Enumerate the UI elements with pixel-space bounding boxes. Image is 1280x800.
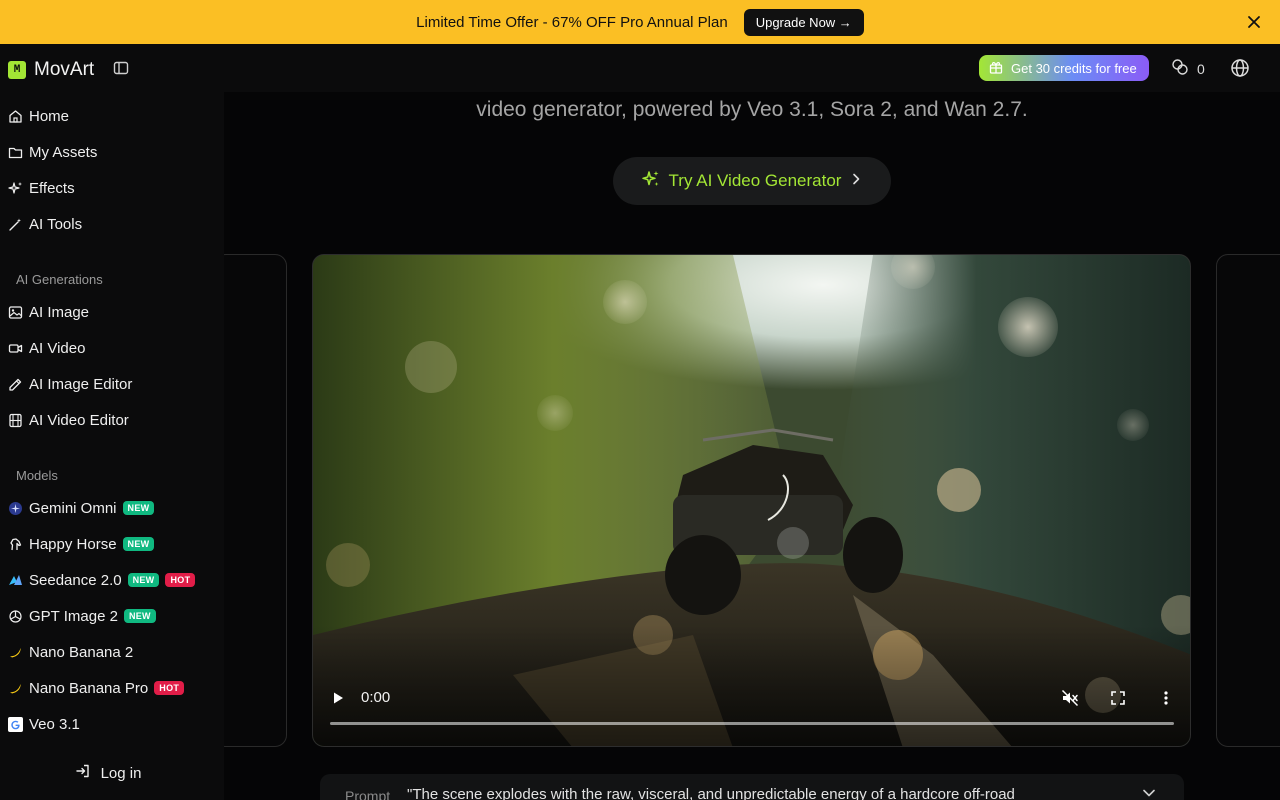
openai-icon (8, 609, 23, 624)
model-label: Gemini Omni (29, 499, 117, 517)
sidebar-item-label: AI Image (29, 303, 90, 321)
gift-icon (989, 60, 1003, 77)
login-icon (75, 763, 91, 783)
new-badge: NEW (123, 609, 156, 623)
sidebar-item-home[interactable]: Home (8, 104, 69, 128)
horse-icon (8, 537, 23, 552)
main-content: video generator, powered by Veo 3.1, Sor… (224, 92, 1280, 800)
muted-icon[interactable] (1061, 689, 1079, 707)
sidebar-item-effects[interactable]: Effects (8, 176, 75, 200)
sidebar-item-label: AI Video Editor (29, 411, 129, 429)
promo-banner: Limited Time Offer - 67% OFF Pro Annual … (0, 0, 1280, 44)
carousel-card-next[interactable] (1216, 254, 1280, 747)
top-header: M MovArt Get 30 credits for free 0 (0, 44, 1280, 92)
sidebar-item-ai-video-editor[interactable]: AI Video Editor (8, 408, 129, 432)
app-name: MovArt (34, 59, 95, 80)
sidebar-item-label: Home (29, 107, 70, 125)
carousel-card-previous[interactable] (224, 254, 287, 747)
section-label-ai-generations: AI Generations (16, 272, 103, 287)
sidebar-item-label: AI Video (29, 339, 86, 357)
sidebar: Home My Assets Effects AI Tools AI Gener… (0, 92, 224, 800)
login-label: Log in (100, 764, 142, 782)
seedance-icon (8, 573, 23, 588)
promo-text: Limited Time Offer - 67% OFF Pro Annual … (416, 13, 728, 31)
model-label: GPT Image 2 (29, 607, 118, 625)
sidebar-item-my-assets[interactable]: My Assets (8, 140, 97, 164)
more-options-icon[interactable] (1157, 689, 1175, 707)
video-icon (8, 341, 23, 356)
gemini-icon (8, 501, 23, 516)
coins-icon (1171, 58, 1189, 79)
sidebar-item-ai-image-editor[interactable]: AI Image Editor (8, 372, 132, 396)
upgrade-now-button[interactable]: Upgrade Now → (743, 8, 864, 36)
sidebar-model-veo[interactable]: Veo 3.1 (8, 712, 80, 736)
sparkles-icon (641, 169, 661, 194)
sidebar-item-label: AI Image Editor (29, 375, 133, 393)
close-icon[interactable] (1244, 12, 1264, 32)
sidebar-item-label: My Assets (29, 143, 98, 161)
model-label: Nano Banana 2 (29, 643, 134, 661)
app-root: Limited Time Offer - 67% OFF Pro Annual … (0, 0, 1280, 800)
sparkles-icon (8, 181, 23, 196)
home-icon (8, 109, 23, 124)
sidebar-model-seedance[interactable]: Seedance 2.0 NEW HOT (8, 568, 196, 592)
model-label: Veo 3.1 (29, 715, 80, 733)
film-icon (8, 413, 23, 428)
globe-icon[interactable] (1230, 58, 1250, 78)
banana-icon (8, 645, 23, 660)
prompt-text: "The scene explodes with the raw, viscer… (407, 786, 1015, 800)
credit-count: 0 (1197, 60, 1205, 77)
logo[interactable]: M MovArt (8, 59, 94, 81)
chevron-down-icon[interactable] (1140, 784, 1158, 800)
section-label-models: Models (16, 468, 58, 483)
logo-mark-icon: M (8, 61, 26, 79)
google-icon (8, 716, 23, 732)
hot-badge: HOT (165, 573, 196, 587)
sidebar-item-ai-image[interactable]: AI Image (8, 300, 89, 324)
new-badge: NEW (122, 501, 155, 515)
image-edit-icon (8, 377, 23, 392)
new-badge: NEW (122, 537, 155, 551)
chevron-right-icon (849, 171, 863, 191)
fullscreen-icon[interactable] (1109, 689, 1127, 707)
try-ai-video-generator-button[interactable]: Try AI Video Generator (613, 157, 891, 205)
video-progress-bar[interactable] (330, 722, 1174, 725)
new-badge: NEW (127, 573, 160, 587)
sidebar-toggle-icon[interactable] (113, 60, 129, 76)
hero-subtitle: video generator, powered by Veo 3.1, Sor… (476, 98, 1028, 121)
sidebar-item-label: AI Tools (29, 215, 83, 233)
banana-icon (8, 681, 23, 696)
login-button[interactable]: Log in (16, 754, 200, 792)
model-label: Nano Banana Pro (29, 679, 149, 697)
get-free-credits-button[interactable]: Get 30 credits for free (979, 55, 1149, 81)
sidebar-model-happy-horse[interactable]: Happy Horse NEW (8, 532, 155, 556)
model-label: Happy Horse (29, 535, 117, 553)
folder-icon (8, 145, 23, 160)
credit-balance[interactable]: 0 (1171, 58, 1205, 79)
sidebar-model-gemini-omni[interactable]: Gemini Omni NEW (8, 496, 155, 520)
video-player[interactable]: 0:00 (312, 254, 1191, 747)
magic-wand-icon (8, 217, 23, 232)
prompt-panel[interactable]: Prompt "The scene explodes with the raw,… (320, 774, 1184, 800)
sidebar-item-ai-tools[interactable]: AI Tools (8, 212, 82, 236)
sidebar-model-nano-banana-pro[interactable]: Nano Banana Pro HOT (8, 676, 185, 700)
sidebar-model-gpt-image[interactable]: GPT Image 2 NEW (8, 604, 156, 628)
model-label: Seedance 2.0 (29, 571, 122, 589)
video-frame (313, 255, 1190, 746)
sidebar-item-label: Effects (29, 179, 75, 197)
try-cta-label: Try AI Video Generator (668, 171, 842, 190)
hot-badge: HOT (154, 681, 185, 695)
sidebar-item-ai-video[interactable]: AI Video (8, 336, 85, 360)
sidebar-model-nano-banana-2[interactable]: Nano Banana 2 (8, 640, 133, 664)
image-icon (8, 305, 23, 320)
credits-cta-label: Get 30 credits for free (1011, 60, 1137, 76)
prompt-label: Prompt (345, 788, 391, 800)
play-icon[interactable] (329, 689, 347, 707)
video-time: 0:00 (361, 689, 391, 706)
